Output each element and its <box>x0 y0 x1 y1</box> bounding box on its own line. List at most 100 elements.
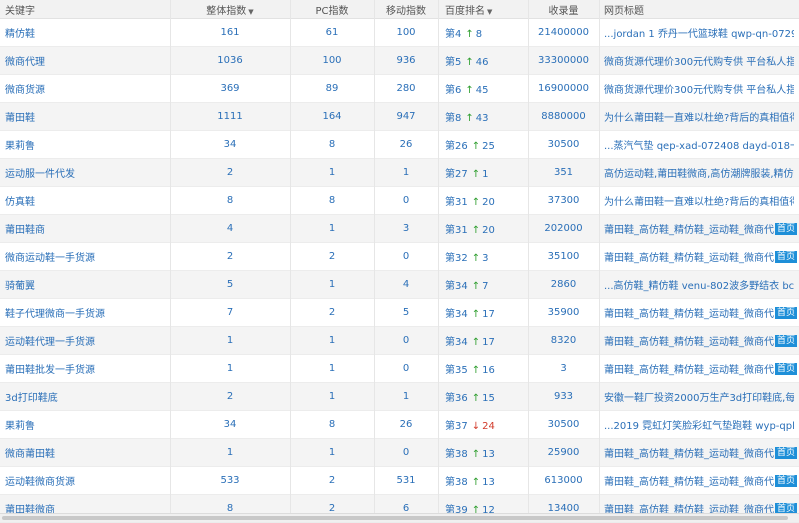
keyword-link[interactable]: 运动鞋代理一手货源 <box>0 333 170 348</box>
page-title-text[interactable]: ...jordan 1 乔丹一代篮球鞋 qwp-qn-072917 <box>604 25 794 40</box>
page-title-link[interactable]: 为什么莆田鞋一直难以杜绝?背后的真相值得我 <box>599 109 799 124</box>
page-title-link[interactable]: 莆田鞋_高仿鞋_精仿鞋_运动鞋_微商代理_一手首页 <box>599 249 799 264</box>
page-title-link[interactable]: ...蒸汽气垫 qep-xad-072408 dayd-018一之 <box>599 137 799 152</box>
page-title-link[interactable]: 莆田鞋_高仿鞋_精仿鞋_运动鞋_微商代理_一手首页 <box>599 305 799 320</box>
header-pc-index[interactable]: PC指数 <box>290 2 374 17</box>
overall-index-value: 34 <box>170 139 290 150</box>
table-row: 运动鞋微商货源5332531第38↑13613000莆田鞋_高仿鞋_精仿鞋_运动… <box>0 467 799 495</box>
keyword-link[interactable]: 鞋子代理微商一手货源 <box>0 305 170 320</box>
scrollbar-thumb[interactable] <box>2 516 788 520</box>
keyword-link[interactable]: 微商货源 <box>0 81 170 96</box>
keyword-link[interactable]: 仿真鞋 <box>0 193 170 208</box>
rank-position: 第8 <box>445 113 461 124</box>
page-title-text[interactable]: 微商货源代理价300元代购专供 平台私人指定 <box>604 81 794 96</box>
page-title-text[interactable]: 安徽一鞋厂投资2000万生产3d打印鞋底,每年 <box>604 389 794 404</box>
homepage-badge: 首页 <box>775 447 797 459</box>
page-title-link[interactable]: 安徽一鞋厂投资2000万生产3d打印鞋底,每年 <box>599 389 799 404</box>
rank-position: 第34 <box>445 337 468 348</box>
baidu-rank-cell: 第5↑46 <box>438 53 528 68</box>
table-row: 鞋子代理微商一手货源725第34↑1735900莆田鞋_高仿鞋_精仿鞋_运动鞋_… <box>0 299 799 327</box>
page-title-text[interactable]: 为什么莆田鞋一直难以杜绝?背后的真相值得我 <box>604 193 794 208</box>
keyword-link[interactable]: 莆田鞋 <box>0 109 170 124</box>
pc-index-value: 2 <box>290 251 374 262</box>
page-title-link[interactable]: 莆田鞋_高仿鞋_精仿鞋_运动鞋_微商代理_一手首页 <box>599 473 799 488</box>
page-title-link[interactable]: ...高仿鞋_精仿鞋 venu-802波多野结衣 bcdp- <box>599 277 799 292</box>
page-title-link[interactable]: 莆田鞋_高仿鞋_精仿鞋_运动鞋_微商代理_一手首页 <box>599 361 799 376</box>
page-title-link[interactable]: 莆田鞋_高仿鞋_精仿鞋_运动鞋_微商代理_一手首页 <box>599 445 799 460</box>
header-overall-index[interactable]: 整体指数▼ <box>170 2 290 17</box>
page-title-text[interactable]: 高仿运动鞋,莆田鞋微商,高仿潮牌服装,精仿运 <box>604 165 794 180</box>
indexed-count-value: 35900 <box>528 307 599 318</box>
rank-change: 13 <box>482 449 495 460</box>
page-title-text[interactable]: 莆田鞋_高仿鞋_精仿鞋_运动鞋_微商代理_一手 <box>604 361 774 376</box>
pc-index-value: 2 <box>290 307 374 318</box>
page-title-text[interactable]: ...高仿鞋_精仿鞋 venu-802波多野结衣 bcdp- <box>604 277 794 292</box>
horizontal-scrollbar[interactable] <box>0 513 799 522</box>
page-title-text[interactable]: 莆田鞋_高仿鞋_精仿鞋_运动鞋_微商代理_一手 <box>604 445 774 460</box>
page-title-link[interactable]: ...2019 霓虹灯笑脸彩虹气垫跑鞋 wyp-qpl- <box>599 417 799 432</box>
rank-change: 24 <box>482 421 495 432</box>
header-page-title[interactable]: 网页标题 <box>599 2 799 17</box>
keyword-link[interactable]: 运动服一件代发 <box>0 165 170 180</box>
keyword-link[interactable]: 精仿鞋 <box>0 25 170 40</box>
header-baidu-rank[interactable]: 百度排名▼ <box>438 2 528 17</box>
table-row: 微商代理1036100936第5↑4633300000微商货源代理价300元代购… <box>0 47 799 75</box>
rank-change: 20 <box>482 225 495 236</box>
page-title-text[interactable]: ...2019 霓虹灯笑脸彩虹气垫跑鞋 wyp-qpl- <box>604 417 794 432</box>
pc-index-value: 1 <box>290 391 374 402</box>
rank-change: 7 <box>482 281 488 292</box>
keyword-link[interactable]: 莆田鞋批发一手货源 <box>0 361 170 376</box>
page-title-link[interactable]: ...jordan 1 乔丹一代篮球鞋 qwp-qn-072917 <box>599 25 799 40</box>
keyword-link[interactable]: 骑葡翼 <box>0 277 170 292</box>
arrow-up-icon: ↑ <box>472 393 480 404</box>
mobile-index-value: 936 <box>374 55 438 66</box>
page-title-link[interactable]: 为什么莆田鞋一直难以杜绝?背后的真相值得我 <box>599 193 799 208</box>
overall-index-value: 1 <box>170 447 290 458</box>
page-title-text[interactable]: 莆田鞋_高仿鞋_精仿鞋_运动鞋_微商代理_一手 <box>604 473 774 488</box>
page-title-text[interactable]: 莆田鞋_高仿鞋_精仿鞋_运动鞋_微商代理_一手 <box>604 221 774 236</box>
page-title-link[interactable]: 莆田鞋_高仿鞋_精仿鞋_运动鞋_微商代理_一手首页 <box>599 333 799 348</box>
keyword-link[interactable]: 果莉鲁 <box>0 417 170 432</box>
rank-position: 第35 <box>445 365 468 376</box>
page-title-text[interactable]: 莆田鞋_高仿鞋_精仿鞋_运动鞋_微商代理_一手 <box>604 305 774 320</box>
homepage-badge: 首页 <box>775 307 797 319</box>
table-row: 果莉鲁34826第37↓2430500...2019 霓虹灯笑脸彩虹气垫跑鞋 w… <box>0 411 799 439</box>
table-row: 骑葡翼514第34↑72860...高仿鞋_精仿鞋 venu-802波多野结衣 … <box>0 271 799 299</box>
header-keyword[interactable]: 关键字 <box>0 2 170 17</box>
rank-position: 第26 <box>445 141 468 152</box>
page-title-text[interactable]: ...蒸汽气垫 qep-xad-072408 dayd-018一之 <box>604 137 794 152</box>
keyword-link[interactable]: 果莉鲁 <box>0 137 170 152</box>
overall-index-value: 2 <box>170 167 290 178</box>
keyword-link[interactable]: 微商代理 <box>0 53 170 68</box>
pc-index-value: 1 <box>290 447 374 458</box>
overall-index-value: 4 <box>170 223 290 234</box>
keyword-link[interactable]: 微商莆田鞋 <box>0 445 170 460</box>
pc-index-value: 1 <box>290 167 374 178</box>
overall-index-value: 1 <box>170 363 290 374</box>
table-row: 3d打印鞋底211第36↑15933安徽一鞋厂投资2000万生产3d打印鞋底,每… <box>0 383 799 411</box>
keyword-link[interactable]: 微商运动鞋一手货源 <box>0 249 170 264</box>
page-title-link[interactable]: 微商货源代理价300元代购专供 平台私人指定 <box>599 53 799 68</box>
header-mobile-index[interactable]: 移动指数 <box>374 2 438 17</box>
rank-position: 第34 <box>445 309 468 320</box>
keyword-link[interactable]: 3d打印鞋底 <box>0 389 170 404</box>
page-title-link[interactable]: 莆田鞋_高仿鞋_精仿鞋_运动鞋_微商代理_一手首页 <box>599 221 799 236</box>
table-row: 精仿鞋16161100第4↑821400000...jordan 1 乔丹一代篮… <box>0 19 799 47</box>
page-title-text[interactable]: 微商货源代理价300元代购专供 平台私人指定 <box>604 53 794 68</box>
page-title-text[interactable]: 莆田鞋_高仿鞋_精仿鞋_运动鞋_微商代理_一手 <box>604 249 774 264</box>
indexed-count-value: 16900000 <box>528 83 599 94</box>
table-row: 莆田鞋1111164947第8↑438880000为什么莆田鞋一直难以杜绝?背后… <box>0 103 799 131</box>
page-title-text[interactable]: 为什么莆田鞋一直难以杜绝?背后的真相值得我 <box>604 109 794 124</box>
header-rank-label: 百度排名 <box>445 6 485 17</box>
keyword-link[interactable]: 莆田鞋商 <box>0 221 170 236</box>
homepage-badge: 首页 <box>775 223 797 235</box>
keyword-link[interactable]: 运动鞋微商货源 <box>0 473 170 488</box>
rank-change: 17 <box>482 309 495 320</box>
table-row: 果莉鲁34826第26↑2530500...蒸汽气垫 qep-xad-07240… <box>0 131 799 159</box>
page-title-link[interactable]: 高仿运动鞋,莆田鞋微商,高仿潮牌服装,精仿运 <box>599 165 799 180</box>
page-title-text[interactable]: 莆田鞋_高仿鞋_精仿鞋_运动鞋_微商代理_一手 <box>604 333 774 348</box>
header-indexed-count[interactable]: 收录量 <box>528 2 599 17</box>
page-title-link[interactable]: 微商货源代理价300元代购专供 平台私人指定 <box>599 81 799 96</box>
overall-index-value: 1 <box>170 335 290 346</box>
indexed-count-value: 202000 <box>528 223 599 234</box>
